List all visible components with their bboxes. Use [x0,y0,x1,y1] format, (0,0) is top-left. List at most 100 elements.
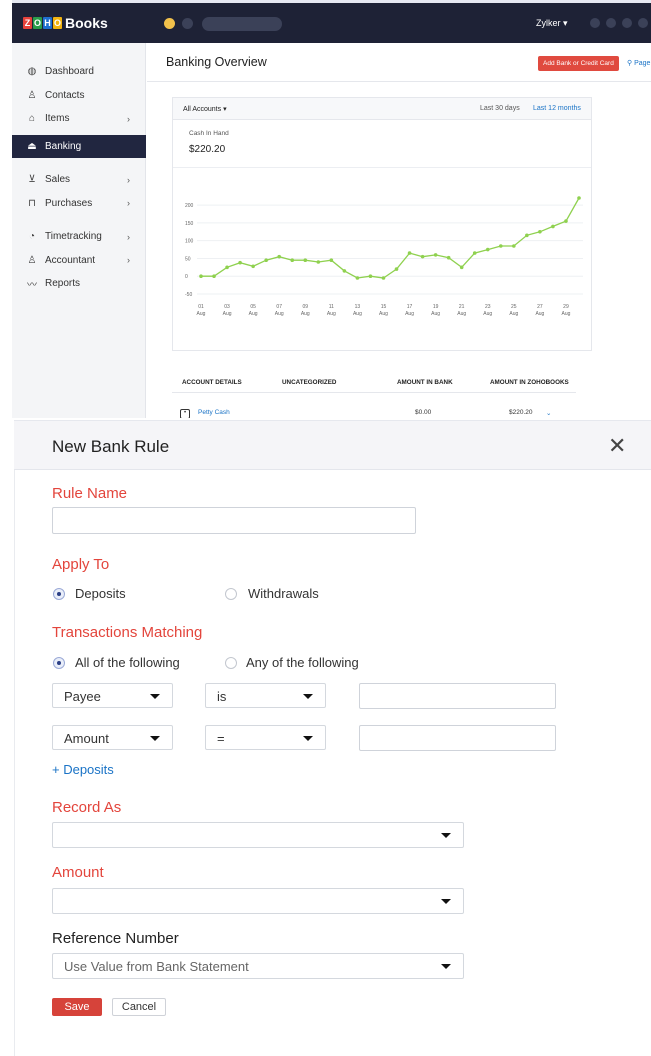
data-point [577,196,581,200]
deposits-radio[interactable] [53,588,65,600]
record-as-select[interactable] [52,822,464,848]
x-tick-label: Aug [301,311,310,317]
sidebar-item-timetracking[interactable]: ◔ Timetracking › [12,225,146,249]
x-tick-label: 07 [276,304,282,310]
divider [147,81,651,82]
cash-icon: • [180,409,190,418]
period-30-days[interactable]: Last 30 days [480,105,520,112]
chevron-right-icon: › [127,113,130,124]
accounts-table-header: ACCOUNT DETAILS UNCATEGORIZED AMOUNT IN … [172,371,576,393]
amount-select[interactable] [52,888,464,914]
data-point [277,254,282,259]
chevron-right-icon: › [127,231,130,242]
criteria-field-select[interactable]: Payee [52,683,173,708]
y-tick-label: 150 [185,221,194,227]
page: Z O H O Books ◍ Dashboard ♙ Contacts ⌂ I… [0,0,651,1056]
rule-name-input[interactable] [52,507,416,534]
sidebar-item-reports[interactable]: 〰 Reports [12,272,146,296]
reference-number-select[interactable]: Use Value from Bank Statement [52,953,464,979]
data-point [446,255,451,260]
data-point [472,251,477,255]
x-tick-label: 21 [459,304,465,310]
caret-down-icon [441,964,451,969]
page-tips-link[interactable]: ⚲ Page [627,59,650,67]
data-point [290,258,295,263]
sidebar-item-items[interactable]: ⌂ Items › [12,107,146,131]
amount-in-zohobooks: $220.20 [509,409,533,416]
match-any-label: Any of the following [246,655,359,670]
user-menu[interactable]: Zylker ▾ [536,18,568,29]
x-tick-label: Aug [327,311,336,317]
page-title: Banking Overview [166,55,267,69]
cancel-button[interactable]: Cancel [112,998,166,1016]
logo-letter: Z [23,17,32,29]
x-tick-label: 25 [511,304,517,310]
x-tick-label: 29 [563,304,569,310]
add-criteria-link[interactable]: + Deposits [52,762,114,777]
logo-letter: O [33,17,42,29]
account-link[interactable]: Petty Cash [198,409,230,416]
select-value: Use Value from Bank Statement [64,959,249,974]
chevron-right-icon: › [127,255,130,266]
add-bank-button[interactable]: Add Bank or Credit Card [538,56,619,71]
card-header: All Accounts ▾ Last 30 days Last 12 mont… [173,98,591,120]
sidebar-item-sales[interactable]: ⊻ Sales › [12,168,146,192]
data-point [316,260,321,264]
logo-letter: O [53,17,62,29]
sidebar-item-label: Items [45,113,70,125]
accountant-icon: ♙ [27,254,37,266]
criteria-operator-select[interactable]: = [205,725,326,750]
x-tick-label: 17 [407,304,413,310]
column-header: UNCATEGORIZED [282,379,337,386]
chevron-right-icon: › [127,198,130,209]
x-tick-label: Aug [379,311,388,317]
x-tick-label: Aug [457,311,466,317]
data-point [329,258,334,263]
period-12-months[interactable]: Last 12 months [533,105,581,112]
brand-name: Books [65,15,108,31]
criteria-value-input[interactable] [359,725,556,751]
sidebar-item-label: Timetracking [45,231,102,243]
sidebar-item-contacts[interactable]: ♙ Contacts [12,84,146,108]
search-bar[interactable] [202,17,282,31]
x-tick-label: 11 [329,304,334,310]
deposits-radio-label: Deposits [75,586,126,601]
data-point [368,274,373,279]
sidebar: Z O H O Books ◍ Dashboard ♙ Contacts ⌂ I… [12,3,146,418]
rule-name-label: Rule Name [52,485,128,502]
select-value: Payee [64,689,101,704]
data-point [355,276,360,280]
modal-title: New Bank Rule [52,437,170,456]
match-all-radio[interactable] [53,657,65,669]
toolbar-icon[interactable] [638,18,648,28]
x-tick-label: 09 [302,304,308,310]
criteria-operator-select[interactable]: is [205,683,326,708]
sidebar-item-dashboard[interactable]: ◍ Dashboard [12,60,146,84]
account-filter-dropdown[interactable]: All Accounts ▾ [183,105,227,113]
sidebar-item-accountant[interactable]: ♙ Accountant › [12,249,146,273]
toolbar-icon[interactable] [622,18,632,28]
toolbar-icon[interactable] [606,18,616,28]
table-row[interactable]: • Petty Cash $0.00 $220.20 ⌄ [172,405,576,418]
cart-icon: ⊻ [28,174,36,186]
data-point [564,219,568,223]
withdrawals-radio[interactable] [225,588,237,600]
match-any-radio[interactable] [225,657,237,669]
criteria-value-input[interactable] [359,683,556,709]
toolbar-icon[interactable] [590,18,600,28]
sidebar-item-label: Sales [45,174,71,186]
select-value: = [217,731,225,746]
caret-down-icon [150,736,160,741]
sidebar-item-label: Reports [45,278,81,290]
dashboard-icon: ◍ [27,66,37,78]
close-icon[interactable]: ✕ [608,433,626,459]
save-button[interactable]: Save [52,998,102,1016]
criteria-field-select[interactable]: Amount [52,725,173,750]
match-all-label: All of the following [75,655,180,670]
sidebar-item-purchases[interactable]: ⊓ Purchases › [12,192,146,216]
sidebar-item-banking[interactable]: ⏏ Banking [12,134,146,158]
sidebar-nav: ◍ Dashboard ♙ Contacts ⌂ Items › ⏏ Banki… [12,60,146,296]
chevron-down-icon[interactable]: ⌄ [546,409,551,417]
column-header: AMOUNT IN ZOHOBOOKS [490,379,569,386]
modal-header: New Bank Rule ✕ [14,420,651,470]
